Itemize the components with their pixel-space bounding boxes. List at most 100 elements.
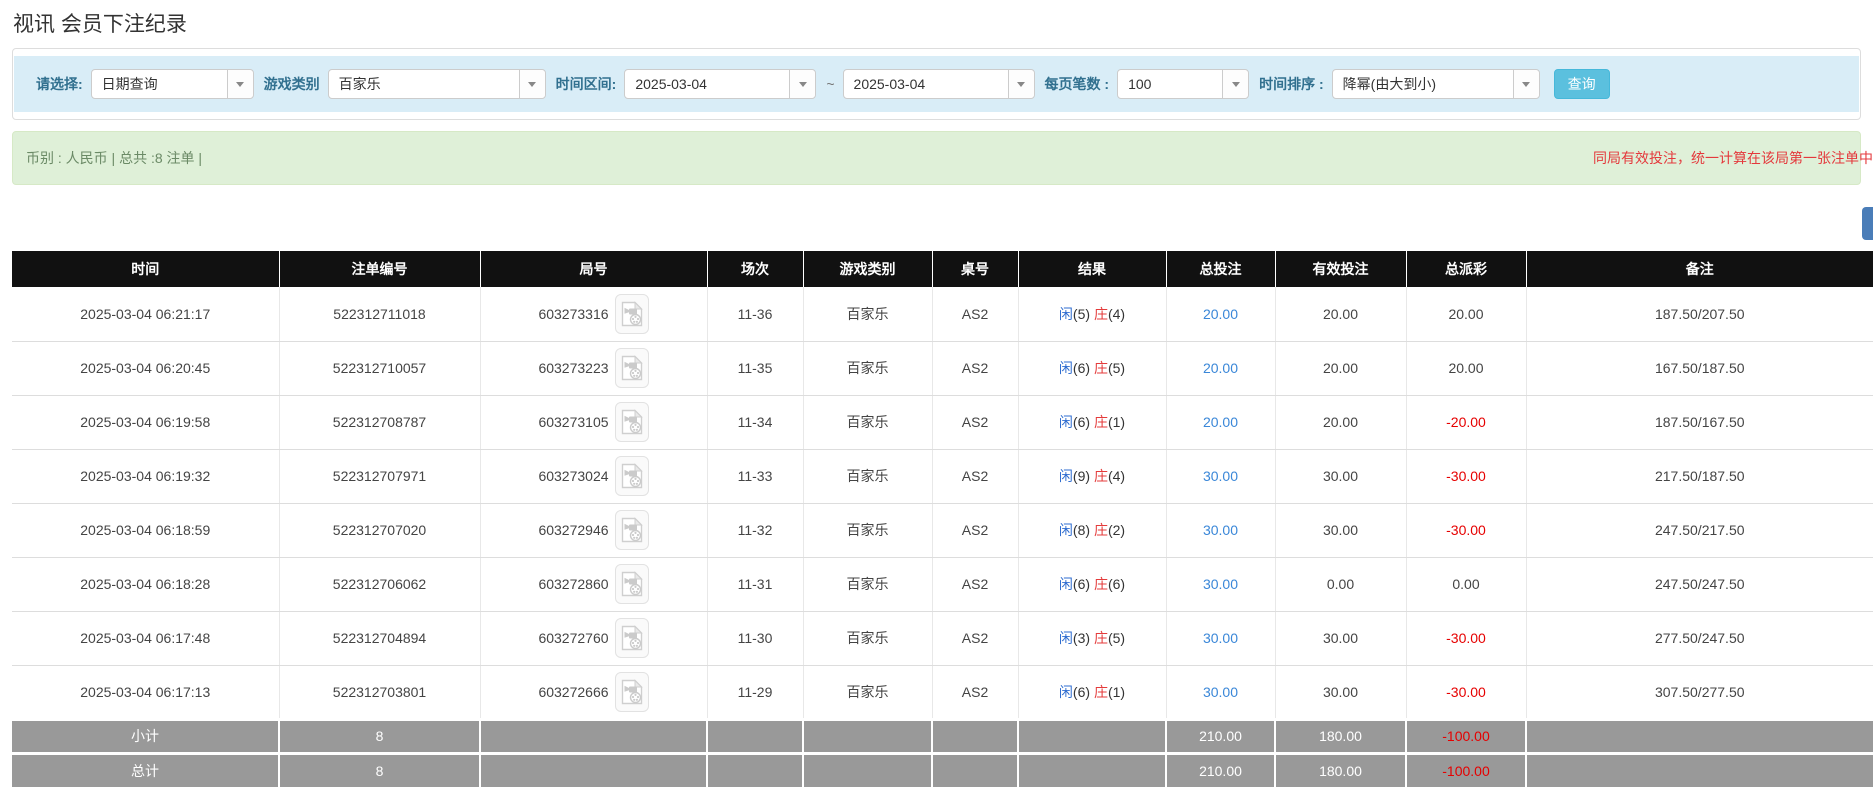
subtotal-row-total-bet: 210.00 [1166, 719, 1275, 753]
date-from-value: 2025-03-04 [625, 76, 789, 92]
result-player-score: (6) [1073, 576, 1090, 592]
total-bet-link[interactable]: 30.00 [1166, 503, 1275, 557]
chevron-down-icon[interactable] [789, 70, 815, 98]
query-type-label: 请选择: [36, 74, 83, 94]
query-type-select[interactable]: 日期查询 [91, 69, 254, 99]
chevron-down-icon[interactable] [1513, 70, 1539, 98]
total-bet-link[interactable]: 30.00 [1166, 557, 1275, 611]
column-header-7: 总投注 [1166, 251, 1275, 287]
time-sort-select[interactable]: 降幂(由大到小) [1332, 69, 1540, 99]
total-bet-link[interactable]: 20.00 [1166, 395, 1275, 449]
game-type: 百家乐 [803, 611, 932, 665]
bet-records-table: 时间注单编号局号场次游戏类别桌号结果总投注有效投注总派彩备注 2025-03-0… [12, 251, 1873, 787]
table-row: 2025-03-04 06:20:45522312710057 603273223… [12, 341, 1873, 395]
game-type: 百家乐 [803, 341, 932, 395]
round-id-cell: 603273223 [480, 341, 707, 395]
table-id: AS2 [932, 287, 1018, 341]
valid-bet-note: 同局有效投注，统一计算在该局第一张注单中 [1593, 148, 1873, 168]
bet-id: 522312707971 [279, 449, 480, 503]
session: 11-29 [707, 665, 803, 719]
video-record-icon[interactable] [615, 564, 649, 604]
result-player-score: (6) [1073, 414, 1090, 430]
bet-time: 2025-03-04 06:21:17 [12, 287, 279, 341]
result-banker: 庄 [1094, 414, 1108, 430]
bet-time: 2025-03-04 06:20:45 [12, 341, 279, 395]
table-id: AS2 [932, 341, 1018, 395]
remark: 277.50/247.50 [1526, 611, 1873, 665]
bet-id: 522312706062 [279, 557, 480, 611]
column-header-3: 场次 [707, 251, 803, 287]
summary-bar: 币别 : 人民币 | 总共 :8 注单 | 同局有效投注，统一计算在该局第一张注… [12, 131, 1861, 185]
session: 11-33 [707, 449, 803, 503]
total-row-empty-round [480, 753, 707, 787]
payout: -30.00 [1406, 665, 1526, 719]
filter-panel: 请选择: 日期查询 游戏类别 百家乐 时间区间: 2025-03-04 ~ 20… [12, 48, 1861, 120]
total-bet-link[interactable]: 30.00 [1166, 611, 1275, 665]
round-id-cell: 603272860 [480, 557, 707, 611]
round-id-cell: 603273105 [480, 395, 707, 449]
chevron-down-icon[interactable] [1222, 70, 1248, 98]
bet-id: 522312708787 [279, 395, 480, 449]
result-player: 闲 [1059, 630, 1073, 646]
chevron-down-icon[interactable] [1008, 70, 1034, 98]
date-from-picker[interactable]: 2025-03-04 [624, 69, 816, 99]
result-cell: 闲(8) 庄(2) [1018, 503, 1166, 557]
result-banker: 庄 [1094, 576, 1108, 592]
payout: 0.00 [1406, 557, 1526, 611]
result-banker: 庄 [1094, 684, 1108, 700]
valid-bet: 20.00 [1275, 341, 1406, 395]
video-record-icon[interactable] [615, 294, 649, 334]
total-bet-link[interactable]: 30.00 [1166, 665, 1275, 719]
video-record-icon[interactable] [615, 348, 649, 388]
valid-bet: 0.00 [1275, 557, 1406, 611]
result-player: 闲 [1059, 522, 1073, 538]
table-row: 2025-03-04 06:18:59522312707020603272946… [12, 503, 1873, 557]
payout: -30.00 [1406, 503, 1526, 557]
round-id-cell: 603273024 [480, 449, 707, 503]
page-size-select[interactable]: 100 [1117, 69, 1249, 99]
valid-bet: 20.00 [1275, 395, 1406, 449]
valid-bet: 30.00 [1275, 665, 1406, 719]
round-id-cell: 603272760 [480, 611, 707, 665]
column-header-0: 时间 [12, 251, 279, 287]
table-row: 2025-03-04 06:18:28522312706062603272860… [12, 557, 1873, 611]
video-record-icon[interactable] [615, 510, 649, 550]
result-banker-score: (5) [1108, 360, 1125, 376]
total-bet-link[interactable]: 30.00 [1166, 449, 1275, 503]
result-cell: 闲(6) 庄(1) [1018, 395, 1166, 449]
table-id: AS2 [932, 611, 1018, 665]
total-bet-link[interactable]: 20.00 [1166, 341, 1275, 395]
total-row-empty-game [803, 753, 932, 787]
video-record-icon[interactable] [615, 402, 649, 442]
bet-id: 522312710057 [279, 341, 480, 395]
chevron-down-icon[interactable] [227, 70, 253, 98]
session: 11-31 [707, 557, 803, 611]
video-record-icon[interactable] [615, 456, 649, 496]
payout: -30.00 [1406, 611, 1526, 665]
search-button[interactable]: 查询 [1554, 69, 1610, 99]
remark: 187.50/167.50 [1526, 395, 1873, 449]
round-id: 603273316 [538, 306, 608, 322]
partial-edge-button[interactable] [1862, 207, 1873, 240]
total-bet-link[interactable]: 20.00 [1166, 287, 1275, 341]
result-banker-score: (5) [1108, 630, 1125, 646]
result-banker-score: (1) [1108, 684, 1125, 700]
game-type-select[interactable]: 百家乐 [328, 69, 546, 99]
video-record-icon[interactable] [615, 618, 649, 658]
time-sort-label: 时间排序 : [1259, 74, 1324, 94]
round-id: 603272760 [538, 630, 608, 646]
date-range-tilde: ~ [826, 76, 834, 92]
result-player: 闲 [1059, 576, 1073, 592]
date-to-picker[interactable]: 2025-03-04 [843, 69, 1035, 99]
chevron-down-icon[interactable] [519, 70, 545, 98]
round-id: 603273223 [538, 360, 608, 376]
payout: 20.00 [1406, 341, 1526, 395]
table-id: AS2 [932, 395, 1018, 449]
video-record-icon[interactable] [615, 672, 649, 712]
game-type: 百家乐 [803, 503, 932, 557]
result-player-score: (9) [1073, 468, 1090, 484]
total-row: 总计8210.00180.00-100.00 [12, 753, 1873, 787]
remark: 247.50/217.50 [1526, 503, 1873, 557]
table-id: AS2 [932, 503, 1018, 557]
result-player-score: (5) [1073, 306, 1090, 322]
